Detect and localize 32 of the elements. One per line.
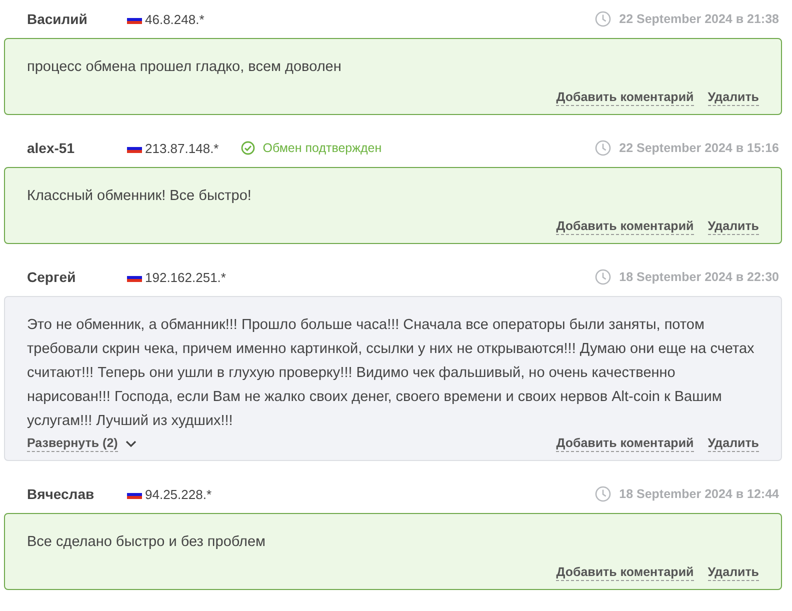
action-link[interactable]: Добавить коментарий bbox=[556, 89, 694, 106]
review-date: 22 September 2024 в 15:16 bbox=[619, 141, 779, 155]
action-link[interactable]: Удалить bbox=[708, 89, 759, 106]
review-date: 18 September 2024 в 22:30 bbox=[619, 270, 779, 284]
action-link[interactable]: Добавить коментарий bbox=[556, 564, 694, 581]
clock-icon bbox=[595, 11, 612, 27]
author-name: Василий bbox=[27, 11, 88, 27]
check-circle-icon bbox=[240, 141, 255, 155]
review-date: 22 September 2024 в 21:38 bbox=[619, 12, 779, 26]
author-name: alex-51 bbox=[27, 140, 76, 156]
review-text: Классный обменник! Все быстро! bbox=[27, 187, 252, 206]
action-link[interactable]: Добавить коментарий bbox=[556, 435, 694, 452]
review-text: Все сделано быстро и без проблем bbox=[27, 533, 267, 552]
ip-address: 213.87.148.* bbox=[145, 140, 219, 156]
ip-address: 94.25.228.* bbox=[145, 486, 212, 502]
action-link[interactable]: Добавить коментарий bbox=[556, 218, 694, 235]
action-link[interactable]: Удалить bbox=[708, 564, 759, 581]
confirmed-label: Обмен подтвержден bbox=[262, 141, 382, 155]
action-link[interactable]: Удалить bbox=[708, 218, 759, 235]
ip-address: 192.162.251.* bbox=[145, 270, 226, 284]
review-text: процесс обмена прошел гладко, всем доволен bbox=[27, 58, 342, 77]
review-date: 18 September 2024 в 12:44 bbox=[619, 487, 779, 501]
ip-address: 46.8.248.* bbox=[145, 12, 204, 26]
author-name: Сергей bbox=[27, 269, 77, 285]
clock-icon bbox=[595, 486, 612, 502]
expand-link[interactable]: Развернуть (2) bbox=[27, 435, 118, 452]
chevron-down-icon[interactable] bbox=[124, 440, 137, 448]
action-link[interactable]: Удалить bbox=[708, 435, 759, 452]
clock-icon bbox=[595, 140, 612, 156]
author-name: Вячеслав bbox=[27, 486, 96, 502]
clock-icon bbox=[595, 269, 612, 285]
review-text: Это не обменник, а обманник!!! Прошло больше часа!!! Сначала все операторы были заняты, потом требовали скрин чека, причем именно картинкой, ссылки у них не открываются!!! Думаю они еще на счетах считают!!! Теперь они ушли в глухую проверку!!! Видимо чек фальшивый, но очень качественно нарисован!!! Господа, если Вам не жалко своих денег, своего времени и своих нервов Alt-coin к Вашим услугам!!! Лучший из худших!!! bbox=[27, 316, 756, 431]
